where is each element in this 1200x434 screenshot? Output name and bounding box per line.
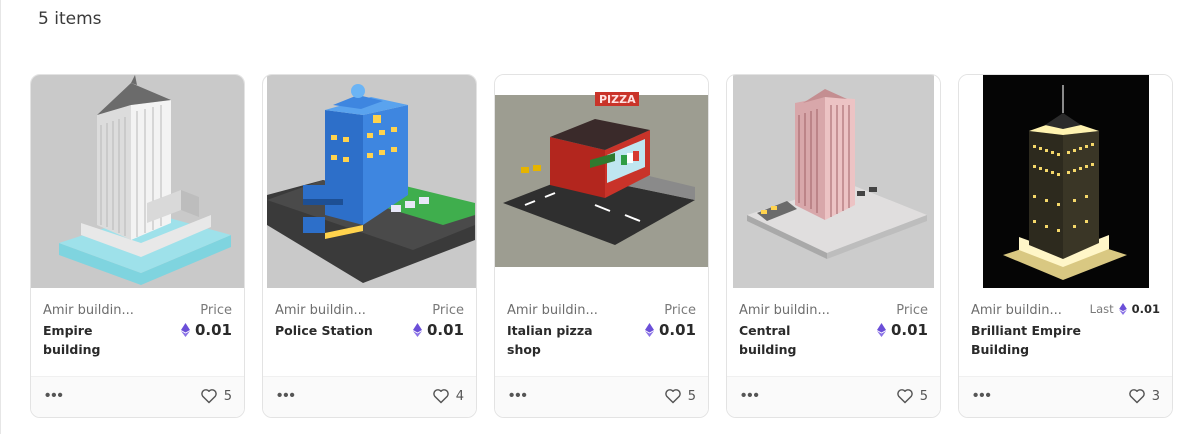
price: 0.01 bbox=[180, 321, 232, 339]
more-options-icon[interactable]: ••• bbox=[45, 387, 64, 404]
price-label: Price bbox=[432, 303, 464, 318]
items-grid: Amir buildin... Empire building Price 0.… bbox=[30, 74, 1174, 418]
item-image[interactable] bbox=[31, 75, 244, 288]
item-count: 5 items bbox=[38, 9, 102, 29]
likes-count: 5 bbox=[687, 388, 696, 404]
heart-icon bbox=[896, 389, 913, 404]
more-options-icon[interactable]: ••• bbox=[741, 387, 760, 404]
item-info: Amir buildin... Italian pizza shop Price… bbox=[495, 288, 708, 376]
likes-count: 4 bbox=[455, 388, 464, 404]
item-image[interactable] bbox=[263, 75, 476, 288]
like-button[interactable]: 4 bbox=[432, 388, 464, 404]
item-info: Amir buildin... Central building Price 0… bbox=[727, 288, 940, 376]
ethereum-icon bbox=[412, 323, 422, 337]
svg-text:PIZZA: PIZZA bbox=[599, 93, 636, 106]
heart-icon bbox=[432, 389, 449, 404]
price-value: 0.01 bbox=[194, 321, 232, 339]
price: 0.01 bbox=[412, 321, 464, 339]
item-name[interactable]: Brilliant Empire Building bbox=[971, 321, 1081, 359]
like-button[interactable]: 5 bbox=[664, 388, 696, 404]
item-name[interactable]: Police Station bbox=[275, 321, 385, 340]
like-button[interactable]: 5 bbox=[896, 388, 928, 404]
nft-card[interactable]: Amir buildin... Empire building Price 0.… bbox=[30, 74, 245, 418]
card-footer: ••• 3 bbox=[959, 376, 1172, 417]
like-button[interactable]: 3 bbox=[1128, 388, 1160, 404]
item-name[interactable]: Empire building bbox=[43, 321, 153, 359]
price-label: Price bbox=[896, 303, 928, 318]
collection-name[interactable]: Amir buildin... bbox=[739, 303, 859, 318]
more-options-icon[interactable]: ••• bbox=[277, 387, 296, 404]
collection-name[interactable]: Amir buildin... bbox=[43, 303, 163, 318]
like-button[interactable]: 5 bbox=[200, 388, 232, 404]
ethereum-icon bbox=[644, 323, 654, 337]
last-label: Last bbox=[1089, 302, 1114, 316]
nft-card[interactable]: Amir buildin... Central building Price 0… bbox=[726, 74, 941, 418]
card-footer: ••• 5 bbox=[727, 376, 940, 417]
item-name[interactable]: Italian pizza shop bbox=[507, 321, 617, 359]
price: 0.01 bbox=[644, 321, 696, 339]
card-footer: ••• 5 bbox=[495, 376, 708, 417]
item-image[interactable] bbox=[959, 75, 1172, 288]
price-value: 0.01 bbox=[426, 321, 464, 339]
likes-count: 5 bbox=[919, 388, 928, 404]
item-info: Amir buildin... Brilliant Empire Buildin… bbox=[959, 288, 1172, 376]
card-footer: ••• 5 bbox=[31, 376, 244, 417]
more-options-icon[interactable]: ••• bbox=[973, 387, 992, 404]
heart-icon bbox=[200, 389, 217, 404]
ethereum-icon bbox=[1118, 303, 1127, 315]
collection-name[interactable]: Amir buildin... bbox=[971, 303, 1091, 318]
card-footer: ••• 4 bbox=[263, 376, 476, 417]
nft-card[interactable]: Amir buildin... Police Station Price 0.0… bbox=[262, 74, 477, 418]
price-label: Price bbox=[664, 303, 696, 318]
price-label: Price bbox=[200, 303, 232, 318]
ethereum-icon bbox=[876, 323, 886, 337]
price-value: 0.01 bbox=[658, 321, 696, 339]
last-sale: Last 0.01 bbox=[1090, 302, 1160, 316]
price-value: 0.01 bbox=[890, 321, 928, 339]
ethereum-icon bbox=[180, 323, 190, 337]
more-options-icon[interactable]: ••• bbox=[509, 387, 528, 404]
page-edge bbox=[0, 0, 1, 434]
collection-name[interactable]: Amir buildin... bbox=[507, 303, 627, 318]
item-info: Amir buildin... Police Station Price 0.0… bbox=[263, 288, 476, 376]
last-sale-value: 0.01 bbox=[1131, 302, 1160, 316]
nft-card[interactable]: Amir buildin... Brilliant Empire Buildin… bbox=[958, 74, 1173, 418]
item-info: Amir buildin... Empire building Price 0.… bbox=[31, 288, 244, 376]
item-image[interactable]: PIZZA bbox=[495, 75, 708, 288]
likes-count: 5 bbox=[223, 388, 232, 404]
nft-card[interactable]: PIZZA Amir buildin... Italian pizza shop… bbox=[494, 74, 709, 418]
item-image[interactable] bbox=[727, 75, 940, 288]
heart-icon bbox=[664, 389, 681, 404]
item-name[interactable]: Central building bbox=[739, 321, 849, 359]
price: 0.01 bbox=[876, 321, 928, 339]
collection-name[interactable]: Amir buildin... bbox=[275, 303, 395, 318]
likes-count: 3 bbox=[1151, 388, 1160, 404]
heart-icon bbox=[1128, 389, 1145, 404]
